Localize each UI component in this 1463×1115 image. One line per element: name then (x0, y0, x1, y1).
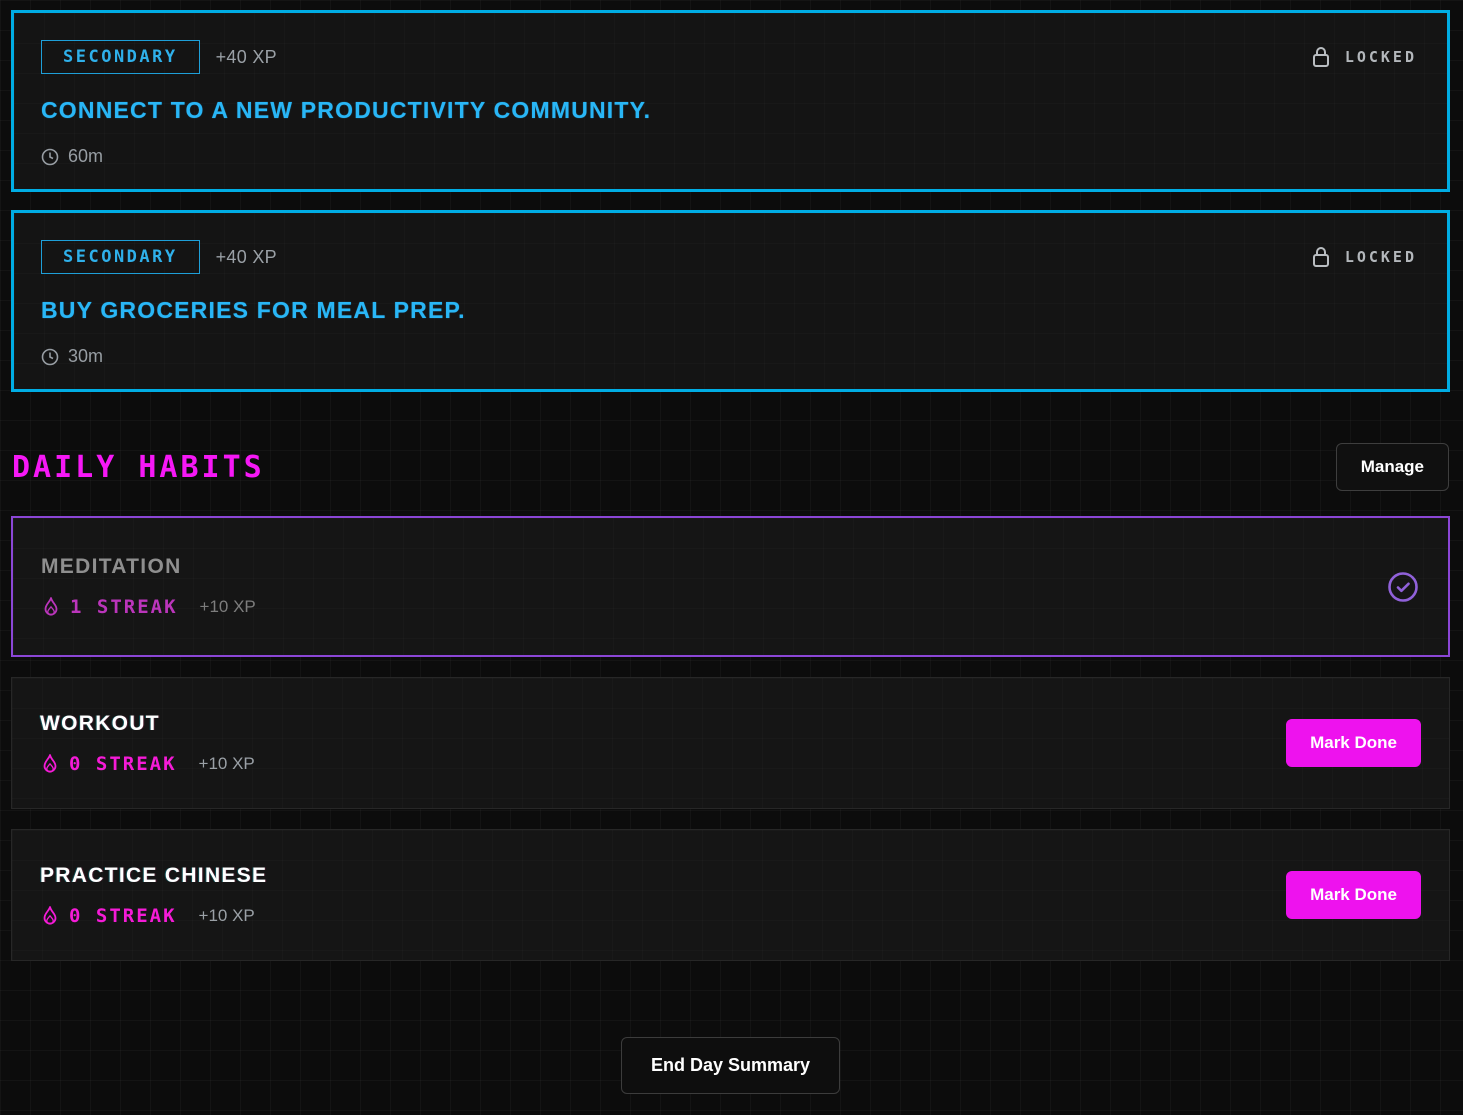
quest-xp-reward: +40 XP (216, 247, 277, 268)
habit-streak-label: 0 STREAK (69, 905, 177, 927)
locked-label: LOCKED (1345, 48, 1417, 66)
manage-habits-button[interactable]: Manage (1336, 443, 1449, 491)
habit-complete-toggle[interactable] (1386, 570, 1420, 604)
clock-icon (41, 148, 59, 166)
habit-title: MEDITATION (41, 555, 256, 579)
locked-label: LOCKED (1345, 248, 1417, 266)
lock-icon (1310, 45, 1332, 69)
quest-xp-reward: +40 XP (216, 47, 277, 68)
flame-icon (40, 753, 60, 775)
mark-done-button[interactable]: Mark Done (1286, 871, 1421, 919)
quest-lock-status: LOCKED (1310, 45, 1417, 69)
habit-card-practice-chinese: PRACTICE CHINESE 0 STREAK +10 XP Mark Do… (11, 829, 1450, 961)
clock-icon (41, 348, 59, 366)
habit-streak-label: 0 STREAK (69, 753, 177, 775)
quest-card-header: SECONDARY +40 XP LOCKED (41, 240, 1417, 274)
habit-xp-reward: +10 XP (199, 754, 255, 774)
quest-type-badge: SECONDARY (41, 40, 200, 74)
quest-title: BUY GROCERIES FOR MEAL PREP. (41, 297, 1417, 324)
quest-duration: 60m (68, 146, 103, 167)
quest-type-badge: SECONDARY (41, 240, 200, 274)
habit-title: WORKOUT (40, 712, 255, 736)
habit-xp-reward: +10 XP (199, 906, 255, 926)
habit-title: PRACTICE CHINESE (40, 864, 267, 888)
quest-card-groceries[interactable]: SECONDARY +40 XP LOCKED BUY GROCERIES FO… (11, 210, 1450, 392)
mark-done-button[interactable]: Mark Done (1286, 719, 1421, 767)
habit-xp-reward: +10 XP (200, 597, 256, 617)
end-day-summary-button[interactable]: End Day Summary (621, 1037, 840, 1094)
quest-lock-status: LOCKED (1310, 245, 1417, 269)
daily-habits-heading: DAILY HABITS (12, 450, 265, 485)
habit-card-meditation: MEDITATION 1 STREAK +10 XP (11, 516, 1450, 657)
habit-streak-label: 1 STREAK (70, 596, 178, 618)
quest-card-header: SECONDARY +40 XP LOCKED (41, 40, 1417, 74)
check-circle-icon (1386, 570, 1420, 604)
quest-card-productivity-community[interactable]: SECONDARY +40 XP LOCKED CONNECT TO A NEW… (11, 10, 1450, 192)
quest-title: CONNECT TO A NEW PRODUCTIVITY COMMUNITY. (41, 97, 1417, 124)
quest-duration: 30m (68, 346, 103, 367)
lock-icon (1310, 245, 1332, 269)
habit-card-workout: WORKOUT 0 STREAK +10 XP Mark Done (11, 677, 1450, 809)
flame-icon (41, 596, 61, 618)
flame-icon (40, 905, 60, 927)
